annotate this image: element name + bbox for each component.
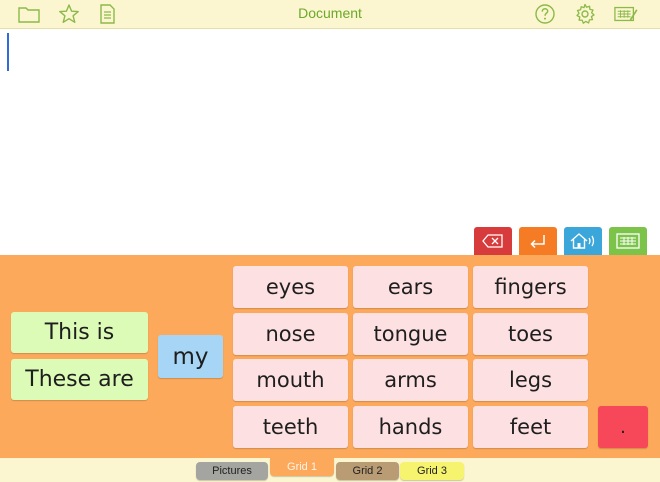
phrase-cell-this-is[interactable]: This is xyxy=(11,312,148,353)
tab-grid-1[interactable]: Grid 1 xyxy=(270,458,334,476)
enter-button[interactable] xyxy=(519,227,557,255)
return-icon xyxy=(530,235,545,249)
word-cell-hands[interactable]: hands xyxy=(353,406,468,448)
backspace-icon xyxy=(482,234,503,248)
word-cell-mouth[interactable]: mouth xyxy=(233,359,348,401)
punctuation-cell-period[interactable]: . xyxy=(598,406,648,448)
tab-grid-2[interactable]: Grid 2 xyxy=(336,462,399,480)
settings-icon[interactable] xyxy=(573,2,597,26)
grid-tab-strip: Pictures Grid 1 Grid 2 Grid 3 xyxy=(0,458,660,482)
word-cell-nose[interactable]: nose xyxy=(233,313,348,355)
star-icon[interactable] xyxy=(57,2,81,26)
word-cell-eyes[interactable]: eyes xyxy=(233,266,348,308)
keyboard-icon xyxy=(616,233,640,249)
folder-icon[interactable] xyxy=(17,2,41,26)
word-cell-arms[interactable]: arms xyxy=(353,359,468,401)
document-area[interactable] xyxy=(0,29,660,255)
text-caret xyxy=(7,33,9,71)
word-cell-teeth[interactable]: teeth xyxy=(233,406,348,448)
tab-grid-3[interactable]: Grid 3 xyxy=(400,462,464,480)
speak-button[interactable] xyxy=(564,227,602,255)
word-cell-fingers[interactable]: fingers xyxy=(473,266,588,308)
word-cell-toes[interactable]: toes xyxy=(473,313,588,355)
document-list-icon[interactable] xyxy=(95,2,119,26)
backspace-button[interactable] xyxy=(474,227,512,255)
help-icon[interactable] xyxy=(533,2,557,26)
word-cell-legs[interactable]: legs xyxy=(473,359,588,401)
word-cell-ears[interactable]: ears xyxy=(353,266,468,308)
keyboard-edit-icon[interactable] xyxy=(614,2,638,26)
toolbar: Document xyxy=(0,0,660,29)
word-cell-feet[interactable]: feet xyxy=(473,406,588,448)
tab-pictures[interactable]: Pictures xyxy=(196,462,268,480)
word-cell-tongue[interactable]: tongue xyxy=(353,313,468,355)
pronoun-cell-my[interactable]: my xyxy=(158,335,223,378)
speak-home-icon xyxy=(570,233,595,249)
word-grid-panel: This is These are my eyes ears fingers n… xyxy=(0,255,660,458)
keyboard-button[interactable] xyxy=(609,227,647,255)
phrase-cell-these-are[interactable]: These are xyxy=(11,359,148,400)
